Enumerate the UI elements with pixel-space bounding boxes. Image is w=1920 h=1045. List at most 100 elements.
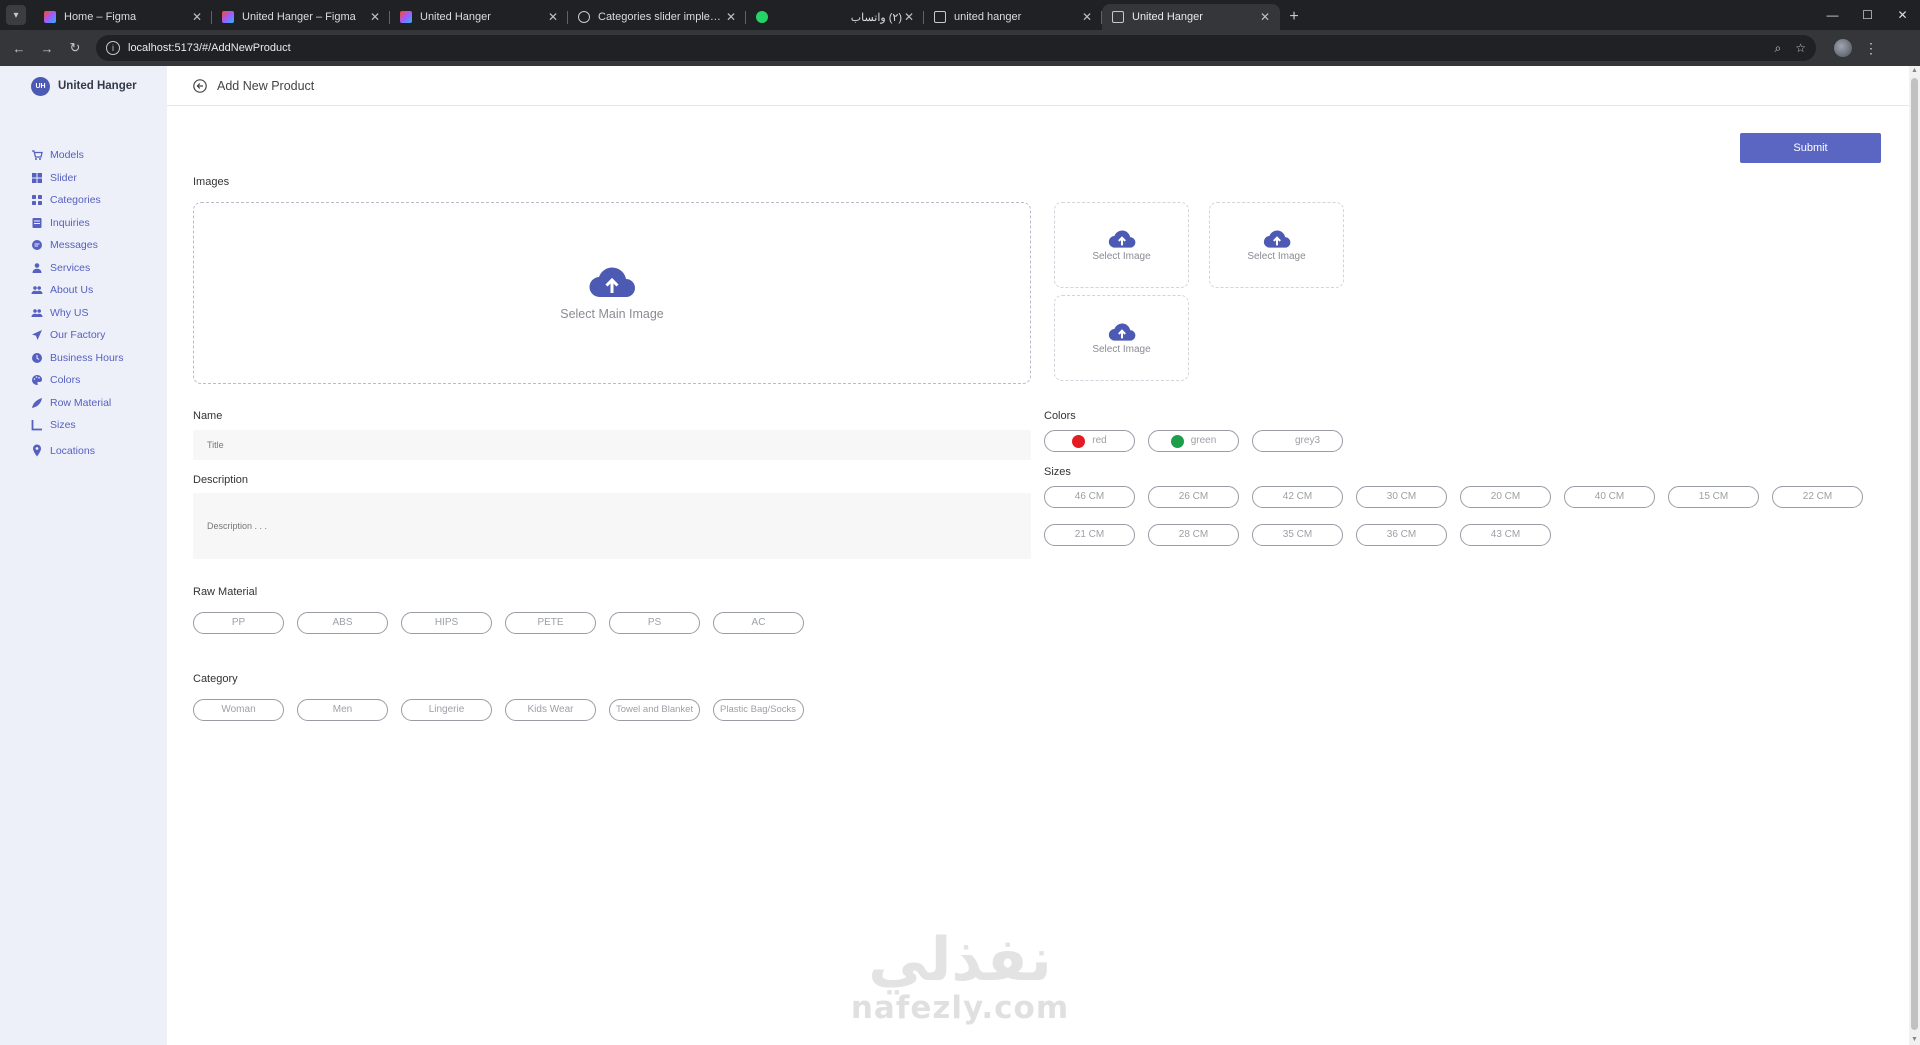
sidebar-item-label: Row Material	[50, 396, 112, 409]
name-label: Name	[193, 410, 223, 422]
category-option[interactable]: Kids Wear	[505, 699, 596, 721]
tab-search-button[interactable]: ▾	[0, 0, 32, 30]
raw-material-option[interactable]: PETE	[505, 612, 596, 634]
cloud-upload-icon	[589, 267, 635, 298]
clock-icon	[31, 352, 43, 364]
raw-material-option[interactable]: PP	[193, 612, 284, 634]
sidebar-item-models[interactable]: Models	[0, 144, 167, 167]
scroll-down-icon[interactable]: ▼	[1909, 1035, 1920, 1045]
close-window-icon[interactable]: ✕	[1885, 0, 1920, 30]
scrollbar-thumb[interactable]	[1911, 78, 1918, 1030]
cart-icon	[31, 149, 43, 161]
browser-tab[interactable]: United Hanger – Figma ✕	[212, 4, 390, 30]
close-icon[interactable]: ✕	[1258, 10, 1272, 24]
browser-tab[interactable]: (٢) واتساب ✕	[746, 4, 924, 30]
sidebar-item-row-material[interactable]: Row Material	[0, 392, 167, 415]
category-option[interactable]: Towel and Blanket	[609, 699, 700, 721]
info-icon[interactable]: i	[106, 41, 120, 55]
ruler-icon	[31, 419, 43, 431]
page-scrollbar[interactable]: ▲ ▼	[1909, 66, 1920, 1045]
image-slot[interactable]: Select Image	[1209, 202, 1344, 288]
sidebar-item-locations[interactable]: Locations	[0, 440, 167, 463]
category-option[interactable]: Woman	[193, 699, 284, 721]
new-tab-button[interactable]: +	[1280, 4, 1308, 30]
sidebar-menu: Models Slider Categories Inquiries Messa…	[0, 144, 167, 462]
size-option[interactable]: 40 CM	[1564, 486, 1655, 508]
size-option[interactable]: 30 CM	[1356, 486, 1447, 508]
browser-tab[interactable]: united hanger ✕	[924, 4, 1102, 30]
forward-arrow-icon[interactable]: →	[36, 37, 58, 59]
back-circle-arrow-icon[interactable]	[193, 78, 207, 93]
size-option[interactable]: 35 CM	[1252, 524, 1343, 546]
maximize-icon[interactable]: ☐	[1850, 0, 1885, 30]
size-option[interactable]: 26 CM	[1148, 486, 1239, 508]
name-input[interactable]: Title	[193, 430, 1031, 460]
close-icon[interactable]: ✕	[1080, 10, 1094, 24]
sidebar-item-about-us[interactable]: About Us	[0, 279, 167, 302]
location-icon	[31, 444, 43, 457]
sidebar-item-services[interactable]: Services	[0, 257, 167, 280]
raw-material-option[interactable]: PS	[609, 612, 700, 634]
raw-material-option[interactable]: HIPS	[401, 612, 492, 634]
close-icon[interactable]: ✕	[902, 10, 916, 24]
cloud-upload-icon	[1108, 229, 1135, 248]
size-option[interactable]: 42 CM	[1252, 486, 1343, 508]
color-option-green[interactable]: green	[1148, 430, 1239, 452]
page-icon	[934, 11, 946, 23]
sidebar-item-categories[interactable]: Categories	[0, 189, 167, 212]
images-label: Images	[193, 176, 230, 188]
close-icon[interactable]: ✕	[368, 10, 382, 24]
sidebar-item-sizes[interactable]: Sizes	[0, 414, 167, 437]
size-option[interactable]: 46 CM	[1044, 486, 1135, 508]
sidebar-item-inquiries[interactable]: Inquiries	[0, 212, 167, 235]
size-option[interactable]: 20 CM	[1460, 486, 1551, 508]
size-option[interactable]: 36 CM	[1356, 524, 1447, 546]
size-option[interactable]: 43 CM	[1460, 524, 1551, 546]
sidebar-item-messages[interactable]: Messages	[0, 234, 167, 257]
raw-material-option[interactable]: AC	[713, 612, 804, 634]
profile-avatar[interactable]	[1834, 39, 1852, 57]
slider-icon	[31, 172, 43, 184]
size-option[interactable]: 28 CM	[1148, 524, 1239, 546]
sidebar-item-our-factory[interactable]: Our Factory	[0, 324, 167, 347]
size-option[interactable]: 15 CM	[1668, 486, 1759, 508]
browser-tab[interactable]: Categories slider implementatio ✕	[568, 4, 746, 30]
sidebar-item-why-us[interactable]: Why US	[0, 302, 167, 325]
browser-tab[interactable]: Home – Figma ✕	[34, 4, 212, 30]
image-slot-caption: Select Image	[1247, 250, 1306, 262]
category-option[interactable]: Plastic Bag/Socks	[713, 699, 804, 721]
size-option[interactable]: 22 CM	[1772, 486, 1863, 508]
image-slot[interactable]: Select Image	[1054, 202, 1189, 288]
sidebar-item-label: Models	[50, 149, 84, 162]
more-menu-icon[interactable]: ⋮	[1864, 40, 1878, 57]
back-arrow-icon[interactable]: ←	[8, 37, 30, 59]
raw-material-option[interactable]: ABS	[297, 612, 388, 634]
sidebar-item-slider[interactable]: Slider	[0, 167, 167, 190]
submit-button[interactable]: Submit	[1740, 133, 1881, 163]
sidebar-item-business-hours[interactable]: Business Hours	[0, 347, 167, 370]
sidebar-item-colors[interactable]: Colors	[0, 369, 167, 392]
watermark-arabic: نفذلي	[868, 925, 1052, 995]
category-option[interactable]: Lingerie	[401, 699, 492, 721]
description-textarea[interactable]: Description . . .	[193, 493, 1031, 559]
name-placeholder: Title	[207, 440, 224, 450]
image-slot[interactable]: Select Image	[1054, 295, 1189, 381]
close-icon[interactable]: ✕	[190, 10, 204, 24]
zoom-icon[interactable]: ⌕	[1775, 41, 1782, 56]
browser-tab-active[interactable]: United Hanger ✕	[1102, 4, 1280, 30]
main-image-dropzone[interactable]: Select Main Image	[193, 202, 1031, 384]
color-option-grey3[interactable]: grey3	[1252, 430, 1343, 452]
brand[interactable]: UH United Hanger	[0, 66, 167, 106]
bookmark-star-icon[interactable]: ☆	[1795, 41, 1806, 55]
reload-icon[interactable]: ↻	[64, 37, 86, 59]
size-option[interactable]: 21 CM	[1044, 524, 1135, 546]
close-icon[interactable]: ✕	[724, 10, 738, 24]
url-input[interactable]: i localhost:5173/#/AddNewProduct ⌕ ☆	[96, 35, 1816, 61]
color-option-red[interactable]: red	[1044, 430, 1135, 452]
close-icon[interactable]: ✕	[546, 10, 560, 24]
scroll-up-icon[interactable]: ▲	[1909, 66, 1920, 76]
browser-tab[interactable]: United Hanger ✕	[390, 4, 568, 30]
category-option[interactable]: Men	[297, 699, 388, 721]
minimize-icon[interactable]: —	[1815, 0, 1850, 30]
globe-icon	[578, 11, 590, 23]
